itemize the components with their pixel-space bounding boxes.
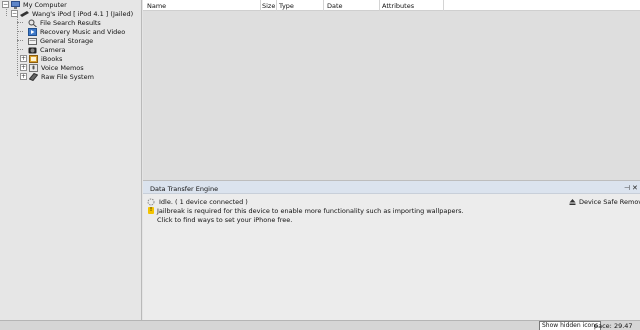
tree-label: General Storage <box>40 36 94 45</box>
jailbreak-link[interactable]: Click to find ways to set your iPhone fr… <box>157 216 464 224</box>
file-list[interactable]: Name Size Type Date Attributes <box>143 0 640 180</box>
engine-status: Idle. ( 1 device connected ) <box>147 198 248 206</box>
jailbreak-message: Jailbreak is required for this device to… <box>157 207 464 215</box>
camera-icon <box>28 46 37 54</box>
jailbreak-notice: ! Jailbreak is required for this device … <box>148 207 464 224</box>
voice-memos-icon <box>29 63 38 72</box>
tree-guide <box>17 16 18 76</box>
safe-removal-label: Device Safe Removal <box>579 198 640 206</box>
tree-label: Voice Memos <box>41 63 84 72</box>
tree-item-file-search[interactable]: File Search Results <box>28 18 101 27</box>
free-space-text: pace: 29.47 GB <box>594 322 633 330</box>
column-divider[interactable] <box>260 0 261 11</box>
column-header-name[interactable]: Name <box>147 2 166 10</box>
data-transfer-engine-panel: Data Transfer Engine ⊣ ✕ Idle. ( 1 devic… <box>143 180 640 320</box>
column-header-date[interactable]: Date <box>327 2 343 10</box>
storage-icon <box>28 37 37 45</box>
tree-guide <box>6 9 7 16</box>
tree-label: iBooks <box>41 54 63 63</box>
device-tree[interactable]: − My Computer − Wang's iPod [ iPod 4.1 ]… <box>0 0 142 320</box>
tree-label: My Computer <box>23 0 67 9</box>
tree-label: Camera <box>40 45 66 54</box>
column-divider[interactable] <box>379 0 380 11</box>
tree-guide <box>17 31 23 32</box>
column-header-size[interactable]: Size <box>262 2 275 10</box>
expand-toggle[interactable]: + <box>20 55 27 62</box>
close-icon[interactable]: ✕ <box>632 184 638 192</box>
media-recovery-icon <box>28 27 37 36</box>
tree-label: Wang's iPod [ iPod 4.1 ] (Jailed) <box>32 9 134 18</box>
ibooks-icon <box>29 54 38 63</box>
raw-filesystem-icon <box>28 72 39 81</box>
collapse-toggle[interactable]: − <box>11 10 18 17</box>
tree-label: Recovery Music and Video <box>40 27 126 36</box>
warning-icon: ! <box>148 207 154 214</box>
tree-guide <box>17 40 23 41</box>
status-bar: Show hidden icons pace: 29.47 GB <box>0 320 640 330</box>
panel-title: Data Transfer Engine <box>150 185 219 193</box>
idle-spinner-icon <box>147 198 156 206</box>
tree-label: File Search Results <box>40 18 101 27</box>
collapse-toggle[interactable]: − <box>2 1 9 8</box>
tree-item-camera[interactable]: Camera <box>28 45 66 54</box>
tree-item-voice-memos[interactable]: + Voice Memos <box>20 63 84 72</box>
status-text: Idle. ( 1 device connected ) <box>159 198 248 206</box>
column-header-attributes[interactable]: Attributes <box>382 2 414 10</box>
ipod-icon <box>20 10 29 18</box>
column-divider[interactable] <box>276 0 277 11</box>
tree-item-my-computer[interactable]: − My Computer <box>2 0 67 9</box>
pin-icon[interactable]: ⊣ <box>624 184 630 192</box>
computer-icon <box>11 0 20 9</box>
file-list-header: Name Size Type Date Attributes <box>143 0 640 11</box>
tree-item-device[interactable]: − Wang's iPod [ iPod 4.1 ] (Jailed) <box>11 9 133 18</box>
tree-item-raw-file-system[interactable]: + Raw File System <box>20 72 94 81</box>
tree-item-recovery[interactable]: Recovery Music and Video <box>28 27 125 36</box>
panel-title-bar: Data Transfer Engine ⊣ ✕ <box>143 181 640 194</box>
tree-guide <box>17 22 23 23</box>
device-safe-removal-button[interactable]: Device Safe Removal <box>569 198 640 206</box>
eject-icon <box>569 198 576 206</box>
tree-label: Raw File System <box>41 72 94 81</box>
column-header-type[interactable]: Type <box>279 2 294 10</box>
expand-toggle[interactable]: + <box>20 73 27 80</box>
tree-guide <box>17 49 23 50</box>
tree-item-ibooks[interactable]: + iBooks <box>20 54 62 63</box>
column-divider[interactable] <box>323 0 324 11</box>
column-divider[interactable] <box>443 0 444 11</box>
show-hidden-icons-tooltip[interactable]: Show hidden icons <box>539 321 602 330</box>
tree-item-general-storage[interactable]: General Storage <box>28 36 93 45</box>
expand-toggle[interactable]: + <box>20 64 27 71</box>
search-results-icon <box>28 19 37 27</box>
